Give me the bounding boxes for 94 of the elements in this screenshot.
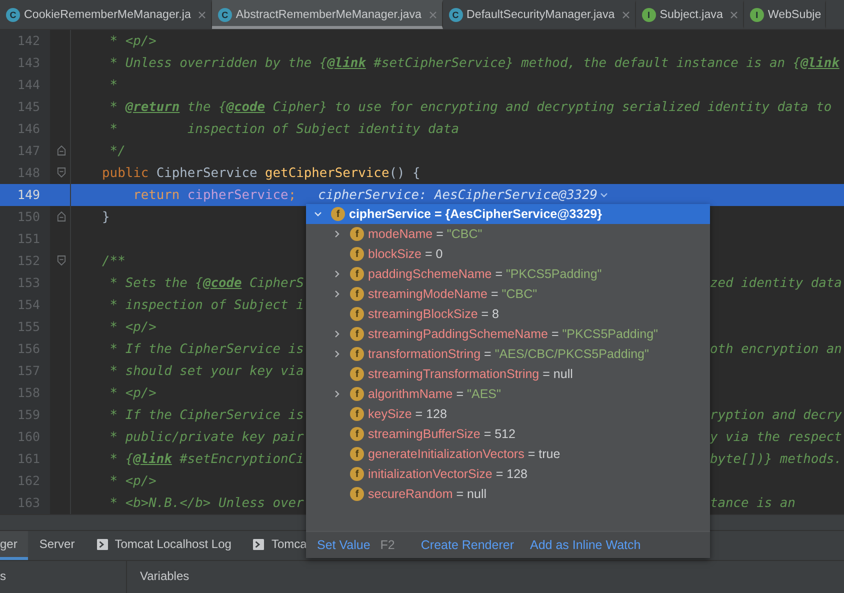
fold-icon[interactable] bbox=[57, 255, 66, 266]
code-line: zed identity data bbox=[710, 276, 842, 290]
chevron-icon[interactable] bbox=[313, 209, 323, 219]
close-icon[interactable] bbox=[620, 10, 631, 20]
tool-tab[interactable]: Tomca bbox=[242, 531, 318, 560]
inline-value[interactable]: cipherService: AesCipherService@3329 bbox=[318, 188, 610, 202]
field-icon: f bbox=[350, 307, 364, 321]
tool-tab[interactable]: Server bbox=[28, 531, 86, 560]
code-line: oth encryption an bbox=[710, 342, 842, 356]
file-tab[interactable]: C AbstractRememberMeManager.java bbox=[212, 0, 442, 29]
code-line: * Unless overridden by the {@link #setCipherService} method, the default instance is an {@link bbox=[108, 56, 840, 70]
tree-row[interactable]: f cipherService = {AesCipherService@3329} bbox=[306, 204, 710, 224]
field-icon: f bbox=[350, 247, 364, 261]
code-line: * If the CipherService is bbox=[108, 342, 304, 356]
code-line: * inspection of Subject i bbox=[108, 298, 304, 312]
code-line: return cipherService; bbox=[132, 188, 296, 202]
class-icon: C bbox=[6, 8, 20, 22]
tree-row[interactable]: f algorithmName = "AES" bbox=[306, 384, 710, 404]
field-icon: f bbox=[350, 487, 364, 501]
field-icon: f bbox=[350, 367, 364, 381]
field-icon: f bbox=[350, 267, 364, 281]
chevron-icon[interactable] bbox=[332, 329, 342, 339]
tool-tab[interactable]: ger bbox=[0, 531, 28, 560]
close-icon[interactable] bbox=[196, 10, 207, 20]
chevron-icon[interactable] bbox=[332, 389, 342, 399]
popup-action-link[interactable]: Set Value bbox=[317, 538, 370, 552]
tree-row[interactable]: f keySize = 128 bbox=[306, 404, 710, 424]
field-icon: f bbox=[350, 447, 364, 461]
field-icon: f bbox=[350, 387, 364, 401]
tree-row[interactable]: f streamingModeName = "CBC" bbox=[306, 284, 710, 304]
field-icon: f bbox=[350, 347, 364, 361]
code-line: * <p/> bbox=[108, 34, 156, 48]
class-icon: I bbox=[642, 8, 656, 22]
file-tab[interactable]: C CookieRememberMeManager.ja bbox=[0, 0, 212, 29]
chevron-icon[interactable] bbox=[332, 289, 342, 299]
fold-icon[interactable] bbox=[57, 211, 66, 222]
code-line: * <p/> bbox=[108, 386, 156, 400]
field-icon: f bbox=[350, 407, 364, 421]
code-line: /** bbox=[101, 254, 126, 268]
tree-row[interactable]: f streamingPaddingSchemeName = "PKCS5Padding" bbox=[306, 324, 710, 344]
tree-row[interactable]: f initializationVectorSize = 128 bbox=[306, 464, 710, 484]
code-line: * inspection of Subject identity data bbox=[108, 122, 460, 136]
tree-row[interactable]: f modeName = "CBC" bbox=[306, 224, 710, 244]
close-icon[interactable] bbox=[428, 10, 438, 20]
tree-row[interactable]: f streamingTransformationString = null bbox=[306, 364, 710, 384]
popup-action-link[interactable]: Create Renderer bbox=[420, 538, 514, 552]
code-line: * {@link #setEncryptionCi bbox=[108, 452, 304, 466]
chevron-icon[interactable] bbox=[332, 349, 342, 359]
code-line: * <p/> bbox=[108, 320, 156, 334]
chevron-icon[interactable] bbox=[599, 190, 610, 200]
field-icon: f bbox=[350, 427, 364, 441]
chevron-icon[interactable] bbox=[332, 229, 342, 239]
code-line: } bbox=[101, 210, 110, 224]
code-line: y via the respect bbox=[710, 430, 842, 444]
file-tab[interactable]: C DefaultSecurityManager.java bbox=[442, 0, 636, 29]
code-line: * bbox=[108, 78, 118, 92]
field-icon: f bbox=[331, 207, 345, 221]
popup-action-link[interactable]: Add as Inline Watch bbox=[530, 538, 641, 552]
fold-icon[interactable] bbox=[57, 167, 66, 178]
code-line: tance is an bbox=[710, 496, 796, 510]
code-line: * <b>N.B.</b> Unless over bbox=[108, 496, 304, 510]
code-line: */ bbox=[108, 144, 126, 158]
chevron-icon[interactable] bbox=[332, 269, 342, 279]
code-line: * Sets the {@code CipherS bbox=[108, 276, 304, 290]
tree-row[interactable]: f blockSize = 0 bbox=[306, 244, 710, 264]
code-line: ryption and decry bbox=[710, 408, 842, 422]
tree-row[interactable]: f paddingSchemeName = "PKCS5Padding" bbox=[306, 264, 710, 284]
close-icon[interactable] bbox=[728, 10, 739, 20]
tree-row[interactable]: f streamingBlockSize = 8 bbox=[306, 304, 710, 324]
field-icon: f bbox=[350, 227, 364, 241]
class-icon: C bbox=[218, 8, 232, 22]
code-line: * If the CipherService is bbox=[108, 408, 304, 422]
tool-tab[interactable]: Tomcat Localhost Log bbox=[86, 531, 242, 560]
code-line: * @return the {@code Cipher} to use for encrypting and decrypting serialized identity data to bbox=[108, 100, 832, 114]
file-tab[interactable]: I WebSubje bbox=[744, 0, 826, 29]
file-tab[interactable]: I Subject.java bbox=[636, 0, 744, 29]
fold-icon[interactable] bbox=[57, 145, 66, 156]
tree-row[interactable]: f streamingBufferSize = 512 bbox=[306, 424, 710, 444]
code-line: * <p/> bbox=[108, 474, 156, 488]
panel-title: Variables bbox=[140, 569, 190, 583]
code-line: byte[])} methods. bbox=[710, 452, 842, 466]
tree-row[interactable]: f transformationString = "AES/CBC/PKCS5Padding" bbox=[306, 344, 710, 364]
tree-row[interactable]: f generateInitializationVectors = true bbox=[306, 444, 710, 464]
field-icon: f bbox=[350, 287, 364, 301]
field-icon: f bbox=[350, 327, 364, 341]
class-icon: I bbox=[750, 8, 764, 22]
class-icon: C bbox=[448, 8, 462, 22]
code-line: * public/private key pair bbox=[108, 430, 304, 444]
code-line: * should set your key via bbox=[108, 364, 304, 378]
tree-row[interactable]: f secureRandom = null bbox=[306, 484, 710, 504]
shortcut-hint: F2 bbox=[380, 538, 395, 552]
field-icon: f bbox=[350, 467, 364, 481]
panel-title: s bbox=[0, 569, 6, 583]
code-line: public CipherService getCipherService() { bbox=[101, 166, 420, 180]
